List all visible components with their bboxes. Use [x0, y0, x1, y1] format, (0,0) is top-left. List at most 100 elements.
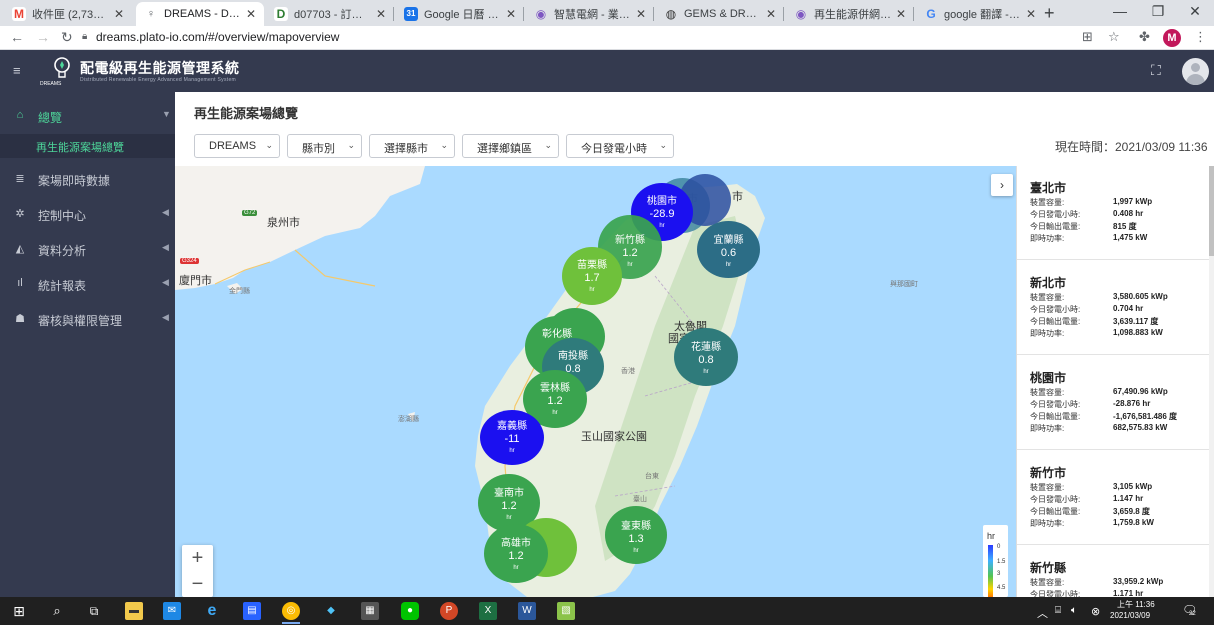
volume-icon[interactable]: 🔈︎: [1071, 605, 1077, 616]
county-card[interactable]: 新竹市 裝置容量: 3,105 kWp 今日發電小時: 1.147 hr 今日輸…: [1017, 451, 1209, 545]
map-bubble-miaoli[interactable]: 苗栗縣 1.7 hr: [562, 247, 622, 305]
browser-tab-smartgrid[interactable]: ◉ 智慧電網 - 業務部 ✕: [526, 2, 654, 26]
zoom-in-button[interactable]: +: [182, 545, 213, 571]
forward-icon[interactable]: →: [36, 29, 50, 45]
edge-icon[interactable]: e: [203, 602, 221, 620]
close-tab-icon[interactable]: ✕: [114, 7, 124, 21]
metric-value: 3,639.117 度: [1113, 317, 1159, 326]
fullscreen-icon[interactable]: ⛶: [1151, 62, 1161, 79]
network-icon[interactable]: ⌸: [1055, 605, 1061, 616]
browser-tab-calendar[interactable]: 31 Google 日曆 - 202 ✕: [396, 2, 524, 26]
close-tab-icon[interactable]: ✕: [636, 7, 646, 21]
browser-tab-translate[interactable]: G google 翻譯 - Goo ✕: [916, 2, 1044, 26]
translate-icon[interactable]: ⊞: [1082, 29, 1093, 45]
zoom-out-button[interactable]: −: [182, 571, 213, 597]
close-tab-icon[interactable]: ✕: [506, 7, 516, 21]
browser-tab-gmail[interactable]: M 收件匣 (2,732) - ti ✕: [4, 2, 132, 26]
region-type-select[interactable]: 縣市別 ⌄: [287, 134, 362, 158]
browser-tab-dreams[interactable]: ♀ DREAMS - Distrib ✕: [136, 2, 264, 26]
new-tab-icon[interactable]: +: [1044, 3, 1055, 24]
chevron-down-icon: ⌄: [659, 140, 667, 150]
sidebar-item-data-analysis[interactable]: ◭ 資料分析 ◀: [0, 235, 175, 263]
back-icon[interactable]: ←: [10, 29, 24, 45]
sidebar-subitem-site-overview[interactable]: 再生能源案場總覽: [0, 134, 175, 158]
restore-icon[interactable]: ❐: [1143, 3, 1173, 20]
word-icon[interactable]: W: [518, 602, 536, 620]
profile-avatar[interactable]: M: [1163, 29, 1181, 47]
reload-icon[interactable]: ↻: [61, 29, 73, 46]
remote-desktop-icon[interactable]: ▤: [243, 602, 261, 620]
sidebar-item-label: 總覽: [38, 111, 63, 125]
task-view-icon[interactable]: ⧉: [85, 602, 103, 620]
chrome-icon[interactable]: ◎: [282, 602, 300, 620]
legend-tick: 0: [997, 544, 1001, 550]
calculator-icon[interactable]: ▦: [361, 602, 379, 620]
tab-separator: [393, 7, 394, 21]
powerpoint-icon[interactable]: P: [440, 602, 458, 620]
sidebar-item-overview[interactable]: ⌂ 總覽 ▼: [0, 102, 175, 130]
tray-chevron-icon[interactable]: ︿: [1037, 605, 1048, 621]
menu-toggle-icon[interactable]: ≡: [13, 63, 21, 78]
windows-start-icon[interactable]: ⊞: [10, 602, 28, 620]
collapse-panel-button[interactable]: ›: [991, 174, 1013, 196]
sidebar-item-reports[interactable]: ıl 統計報表 ◀: [0, 270, 175, 298]
map-bubble-hualien[interactable]: 花蓮縣 0.8 hr: [674, 328, 738, 386]
sidebar-item-realtime-data[interactable]: ≣ 案場即時數據: [0, 165, 175, 193]
bubble-value: 1.2: [501, 500, 517, 512]
browser-tab-renewable[interactable]: ◉ 再生能源併網 - 無 ✕: [786, 2, 914, 26]
map-bubble-chiayi[interactable]: 嘉義縣 -11 hr: [480, 410, 544, 465]
file-explorer-icon[interactable]: ▬: [125, 602, 143, 620]
metric-value: 0.704 hr: [1113, 304, 1144, 313]
browser-tab-d07703[interactable]: D d07703 - 訂便當 ✕: [266, 2, 394, 26]
bookmark-star-icon[interactable]: ☆: [1108, 29, 1120, 45]
browser-tab-gems[interactable]: ◍ GEMS & DREAMS ✕: [656, 2, 784, 26]
user-avatar[interactable]: [1182, 58, 1209, 85]
sidebar-item-control-center[interactable]: ✲ 控制中心 ◀: [0, 200, 175, 228]
county-card[interactable]: 新北市 裝置容量: 3,580.605 kWp 今日發電小時: 0.704 hr…: [1017, 261, 1209, 355]
map-place-label: 玉山國家公園: [581, 431, 647, 443]
map-bubble-yilan[interactable]: 宜蘭縣 0.6 hr: [697, 221, 760, 278]
bubble-unit: hr: [509, 448, 515, 454]
close-tab-icon[interactable]: ✕: [1026, 7, 1036, 21]
map-canvas[interactable]: 泉州市 廈門市 金門縣 澎湖縣 太魯閣 國家 玉山國家公園 與那國町 香港 台東…: [175, 166, 1016, 597]
select-value: 選擇縣市: [384, 143, 428, 155]
close-tab-icon[interactable]: ✕: [766, 7, 776, 21]
taskbar-time[interactable]: 上午 11:36: [1117, 599, 1155, 610]
page-title: 再生能源案場總覽: [194, 106, 299, 121]
minimize-icon[interactable]: —: [1105, 3, 1135, 19]
search-icon[interactable]: ⌕: [48, 602, 66, 620]
vscode-icon[interactable]: ◆: [322, 602, 340, 620]
select-value: DREAMS: [209, 140, 257, 152]
map-bubble-taitung[interactable]: 臺東縣 1.3 hr: [605, 506, 667, 564]
line-icon[interactable]: ●: [401, 602, 419, 620]
close-tab-icon[interactable]: ✕: [376, 7, 386, 21]
bubble-value: 1.2: [547, 395, 563, 407]
excel-icon[interactable]: X: [479, 602, 497, 620]
taskbar-date[interactable]: 2021/03/09: [1110, 611, 1150, 620]
metric-value: 1,475 kW: [1113, 233, 1148, 242]
notion-icon: ◉: [535, 7, 547, 21]
township-select[interactable]: 選擇鄉鎮區 ⌄: [462, 134, 559, 158]
county-card[interactable]: 新竹縣 裝置容量: 33,959.2 kWp 今日發電小時: 1.171 hr: [1017, 546, 1209, 597]
more-menu-icon[interactable]: ⋮: [1194, 29, 1207, 45]
map-bubble-kaohsiung[interactable]: 高雄市 1.2 hr: [484, 524, 548, 583]
metric-select[interactable]: 今日發電小時 ⌄: [566, 134, 674, 158]
close-tab-icon[interactable]: ✕: [896, 7, 906, 21]
photos-icon[interactable]: ▧: [557, 602, 575, 620]
county-card[interactable]: 桃園市 裝置容量: 67,490.96 kWp 今日發電小時: -28.876 …: [1017, 356, 1209, 450]
county-select[interactable]: 選擇縣市 ⌄: [369, 134, 455, 158]
panel-scrollbar-thumb[interactable]: [1209, 166, 1214, 256]
sidebar-item-permissions[interactable]: ☗ 審核與權限管理 ◀: [0, 305, 175, 333]
close-tab-icon[interactable]: ✕: [246, 7, 256, 21]
lock-icon[interactable]: 🔒︎: [82, 31, 87, 42]
chevron-left-icon: ◀: [162, 312, 169, 322]
extensions-icon[interactable]: ✤: [1139, 29, 1150, 45]
status-icon[interactable]: ⊗: [1091, 605, 1100, 618]
close-window-icon[interactable]: ✕: [1180, 3, 1210, 20]
mail-icon[interactable]: ✉: [163, 602, 181, 620]
metric-label: 即時功率:: [1030, 234, 1065, 243]
sidebar-item-label: 資料分析: [38, 244, 87, 258]
url-field[interactable]: dreams.plato-io.com/#/overview/mapovervi…: [96, 30, 339, 44]
county-card[interactable]: 臺北市 裝置容量: 1,997 kWp 今日發電小時: 0.408 hr 今日輸…: [1017, 166, 1209, 260]
system-select[interactable]: DREAMS ⌄: [194, 134, 280, 158]
